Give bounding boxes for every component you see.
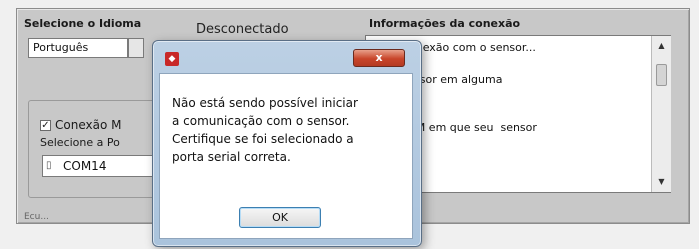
connection-status: Desconectado <box>196 22 289 37</box>
language-dropdown-button[interactable] <box>128 38 144 58</box>
scroll-thumb[interactable] <box>656 64 667 86</box>
scroll-down-icon[interactable]: ▼ <box>652 174 671 190</box>
dialog-message: Não está sendo possível iniciar a comuni… <box>172 96 358 164</box>
port-icon: ▯ <box>46 160 52 171</box>
port-label: Selecione a Po <box>40 136 120 149</box>
language-select[interactable]: Português <box>28 38 128 58</box>
port-select[interactable]: COM14 <box>42 155 162 177</box>
close-button[interactable]: x <box>353 49 405 67</box>
language-label: Selecione o Idioma <box>24 17 142 30</box>
auto-connect-label: Conexão M <box>55 118 122 132</box>
info-scrollbar[interactable]: ▲ ▼ <box>651 36 671 192</box>
labview-icon: ◆ <box>165 52 179 66</box>
ok-button[interactable]: OK <box>239 207 321 228</box>
connection-info-label: Informações da conexão <box>369 17 521 30</box>
auto-connect-group <box>28 100 170 198</box>
dialog-body: Não está sendo possível iniciar a comuni… <box>159 73 413 239</box>
auto-connect-checkbox[interactable]: ✓ <box>40 120 51 131</box>
bottom-label: Ecu... <box>24 212 49 222</box>
error-dialog: ◆ x Não está sendo possível iniciar a co… <box>152 40 422 247</box>
scroll-up-icon[interactable]: ▲ <box>652 38 671 54</box>
